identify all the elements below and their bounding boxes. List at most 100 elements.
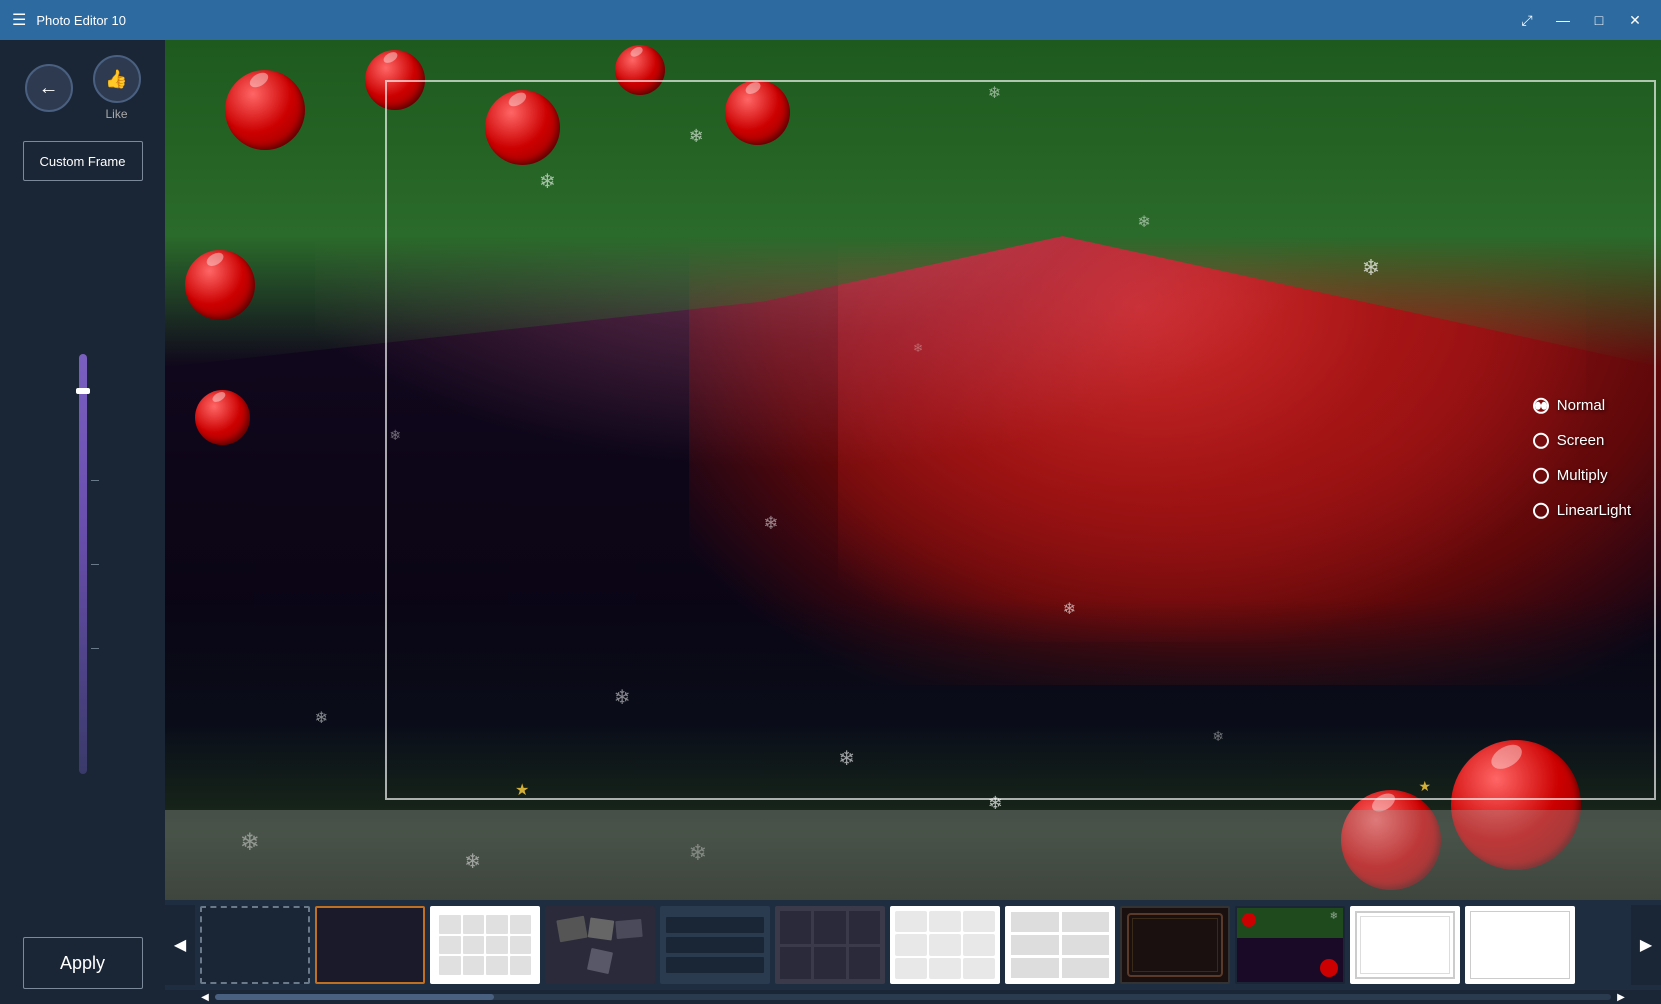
menu-icon[interactable]: ☰ <box>12 10 26 30</box>
thumbnail-ornate[interactable] <box>1120 906 1230 984</box>
grid-cell-6 <box>463 936 485 955</box>
ornament-4 <box>615 45 665 95</box>
like-button[interactable]: 👍 <box>93 55 141 103</box>
back-button[interactable]: ← <box>25 64 73 112</box>
grid-cell-7 <box>486 936 508 955</box>
ornament-6 <box>185 250 255 320</box>
thumbnail-grid[interactable] <box>430 906 540 984</box>
puzzle-5 <box>929 934 961 955</box>
sidebar-top: ← 👍 Like <box>25 55 141 121</box>
scatter-piece-3 <box>615 919 642 939</box>
scrollbar-right-button[interactable]: ▶ <box>1611 992 1631 1002</box>
ornament-2 <box>365 50 425 110</box>
grid-cell-10 <box>463 956 485 975</box>
strip-1 <box>666 917 764 933</box>
ornament-7 <box>195 390 250 445</box>
puzzle-3 <box>963 911 995 932</box>
slider-track[interactable] <box>79 354 87 774</box>
clean-1 <box>1011 912 1059 932</box>
thumb-strips-inner <box>662 908 768 982</box>
thumbnail-scrollbar: ◀ ▶ <box>165 990 1661 1004</box>
thumb-puzzle-inner <box>895 911 995 979</box>
thumb-clean-inner <box>1011 912 1109 978</box>
thumbnail-strips[interactable] <box>660 906 770 984</box>
expand-button[interactable]: ⤢ <box>1513 6 1541 34</box>
white-border-inner <box>1360 916 1450 974</box>
scroll-left-button[interactable]: ◀ <box>165 905 195 985</box>
close-button[interactable]: ✕ <box>1621 6 1649 34</box>
thumb-white-inner <box>1355 911 1455 979</box>
clean-5 <box>1011 958 1059 978</box>
blend-linearlight[interactable]: LinearLight <box>1533 502 1631 519</box>
thumbnails-container: ❄ <box>195 906 1631 984</box>
grid-cell-5 <box>439 936 461 955</box>
star-2: ★ <box>1418 778 1431 795</box>
clean-3 <box>1011 935 1059 955</box>
thumbnail-mosaic[interactable] <box>775 906 885 984</box>
blend-screen[interactable]: Screen <box>1533 432 1631 449</box>
thumbnail-white-border[interactable] <box>1350 906 1460 984</box>
mosaic-cell-6 <box>849 947 880 980</box>
blend-multiply-radio[interactable] <box>1533 467 1549 483</box>
slider-thumb[interactable] <box>76 388 90 394</box>
thumbnail-puzzle[interactable] <box>890 906 1000 984</box>
strip-3 <box>666 957 764 973</box>
xmas-ball-2 <box>1320 959 1338 977</box>
maximize-button[interactable]: □ <box>1585 6 1613 34</box>
puzzle-2 <box>929 911 961 932</box>
clean-6 <box>1062 958 1110 978</box>
custom-frame-button[interactable]: Custom Frame <box>23 141 143 181</box>
ornate-inner-border-2 <box>1132 918 1218 972</box>
window-controls: ⤢ — □ ✕ <box>1513 6 1649 34</box>
scrollbar-thumb[interactable] <box>215 994 494 1000</box>
scrollbar-left-button[interactable]: ◀ <box>195 992 215 1002</box>
thumbnail-scatter[interactable] <box>545 906 655 984</box>
titlebar: ☰ Photo Editor 10 ⤢ — □ ✕ <box>0 0 1661 40</box>
clean-2 <box>1062 912 1110 932</box>
puzzle-6 <box>963 934 995 955</box>
grid-cell-4 <box>510 915 532 934</box>
thumb-dashed-inner <box>202 908 308 982</box>
minimize-button[interactable]: — <box>1549 6 1577 34</box>
like-label: Like <box>105 107 127 121</box>
ornament-1 <box>225 70 305 150</box>
blend-multiply[interactable]: Multiply <box>1533 467 1631 484</box>
star-1: ★ <box>515 780 529 800</box>
thumbnail-partial[interactable] <box>1465 906 1575 984</box>
scatter-piece-2 <box>588 917 615 940</box>
scatter-piece-4 <box>587 948 613 974</box>
scroll-right-button[interactable]: ▶ <box>1631 905 1661 985</box>
blend-screen-label: Screen <box>1557 432 1605 449</box>
thumbnail-clean-grid[interactable] <box>1005 906 1115 984</box>
grid-cell-3 <box>486 915 508 934</box>
thumb-christmas-inner: ❄ <box>1237 908 1343 982</box>
like-container: 👍 Like <box>93 55 141 121</box>
blend-linearlight-label: LinearLight <box>1557 502 1631 519</box>
slider-tick-2 <box>91 564 99 565</box>
xmas-snowflake: ❄ <box>1330 911 1338 922</box>
grid-cell-12 <box>510 956 532 975</box>
thumbnail-dashed[interactable] <box>200 906 310 984</box>
puzzle-8 <box>929 958 961 979</box>
blend-screen-radio[interactable] <box>1533 432 1549 448</box>
main-image: ❄ ❄ ❄ ❄ ❄ ❄ ❄ ❄ ❄ ❄ ❄ ❄ ❄ ❄ <box>165 40 1661 900</box>
grid-cell-8 <box>510 936 532 955</box>
blend-modes-panel: Normal Screen Multiply LinearLight <box>1533 397 1631 519</box>
ornament-3 <box>485 90 560 165</box>
xmas-ball <box>1242 913 1256 927</box>
scrollbar-track[interactable] <box>215 994 1611 1000</box>
opacity-slider-container <box>68 211 98 917</box>
thumb-mosaic-inner <box>780 911 880 979</box>
puzzle-4 <box>895 934 927 955</box>
thumb-dark-inner <box>317 908 423 982</box>
slider-tick-1 <box>91 480 99 481</box>
puzzle-7 <box>895 958 927 979</box>
thumbnail-christmas[interactable]: ❄ <box>1235 906 1345 984</box>
thumb-scatter-inner <box>547 908 653 982</box>
blend-linearlight-radio[interactable] <box>1533 502 1549 518</box>
apply-button[interactable]: Apply <box>23 937 143 989</box>
blend-normal-radio[interactable] <box>1533 397 1549 413</box>
blend-multiply-label: Multiply <box>1557 467 1608 484</box>
blend-normal[interactable]: Normal <box>1533 397 1631 414</box>
thumbnail-dark-border[interactable] <box>315 906 425 984</box>
